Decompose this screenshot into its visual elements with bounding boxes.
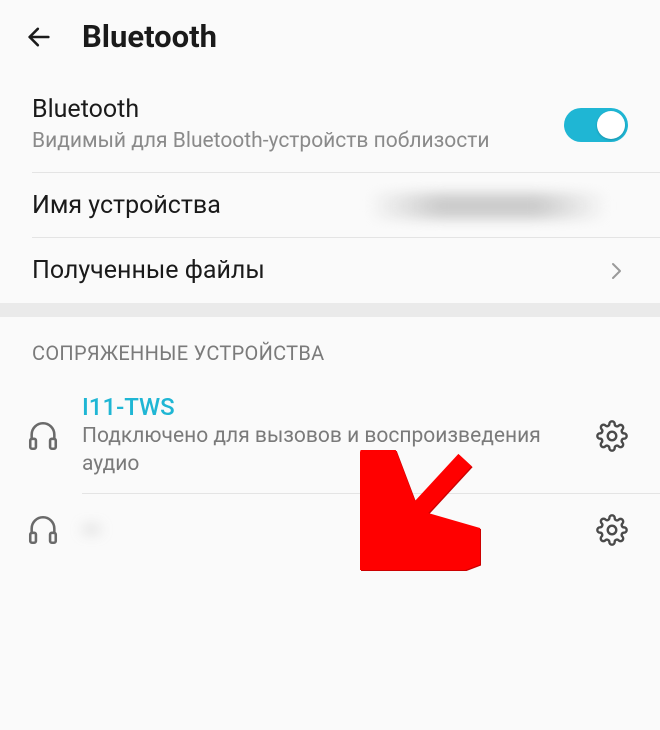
bluetooth-subtitle: Видимый для Bluetooth-устройств поблизос… xyxy=(32,128,564,155)
received-files-label: Полученные файлы xyxy=(32,256,265,285)
bluetooth-toggle[interactable] xyxy=(564,108,628,142)
paired-devices-header: СОПРЯЖЕННЫЕ УСТРОЙСТВА xyxy=(0,317,660,377)
paired-device-row[interactable]: — xyxy=(0,494,660,566)
gear-icon xyxy=(596,420,628,452)
bluetooth-toggle-row[interactable]: Bluetooth Видимый для Bluetooth-устройст… xyxy=(0,77,660,173)
device-name-row[interactable]: Имя устройства xyxy=(0,173,660,238)
back-button[interactable] xyxy=(24,22,54,52)
arrow-left-icon xyxy=(25,23,53,51)
device-status: Подключено для вызовов и воспроизведения… xyxy=(82,423,572,478)
page-title: Bluetooth xyxy=(82,18,217,55)
device-name-label: Имя устройства xyxy=(32,191,221,220)
paired-device-row[interactable]: I11-TWS Подключено для вызовов и воспрои… xyxy=(0,377,660,494)
device-name: I11-TWS xyxy=(82,393,572,421)
received-files-row[interactable]: Полученные файлы xyxy=(0,238,660,303)
headphones-icon xyxy=(24,417,62,455)
device-name: — xyxy=(82,516,172,544)
gear-icon xyxy=(596,514,628,546)
bluetooth-label: Bluetooth xyxy=(32,95,564,124)
device-settings-button[interactable] xyxy=(592,510,632,550)
chevron-right-icon xyxy=(604,259,628,283)
device-settings-button[interactable] xyxy=(592,416,632,456)
headphones-icon xyxy=(24,511,62,549)
device-name-value xyxy=(368,193,608,219)
